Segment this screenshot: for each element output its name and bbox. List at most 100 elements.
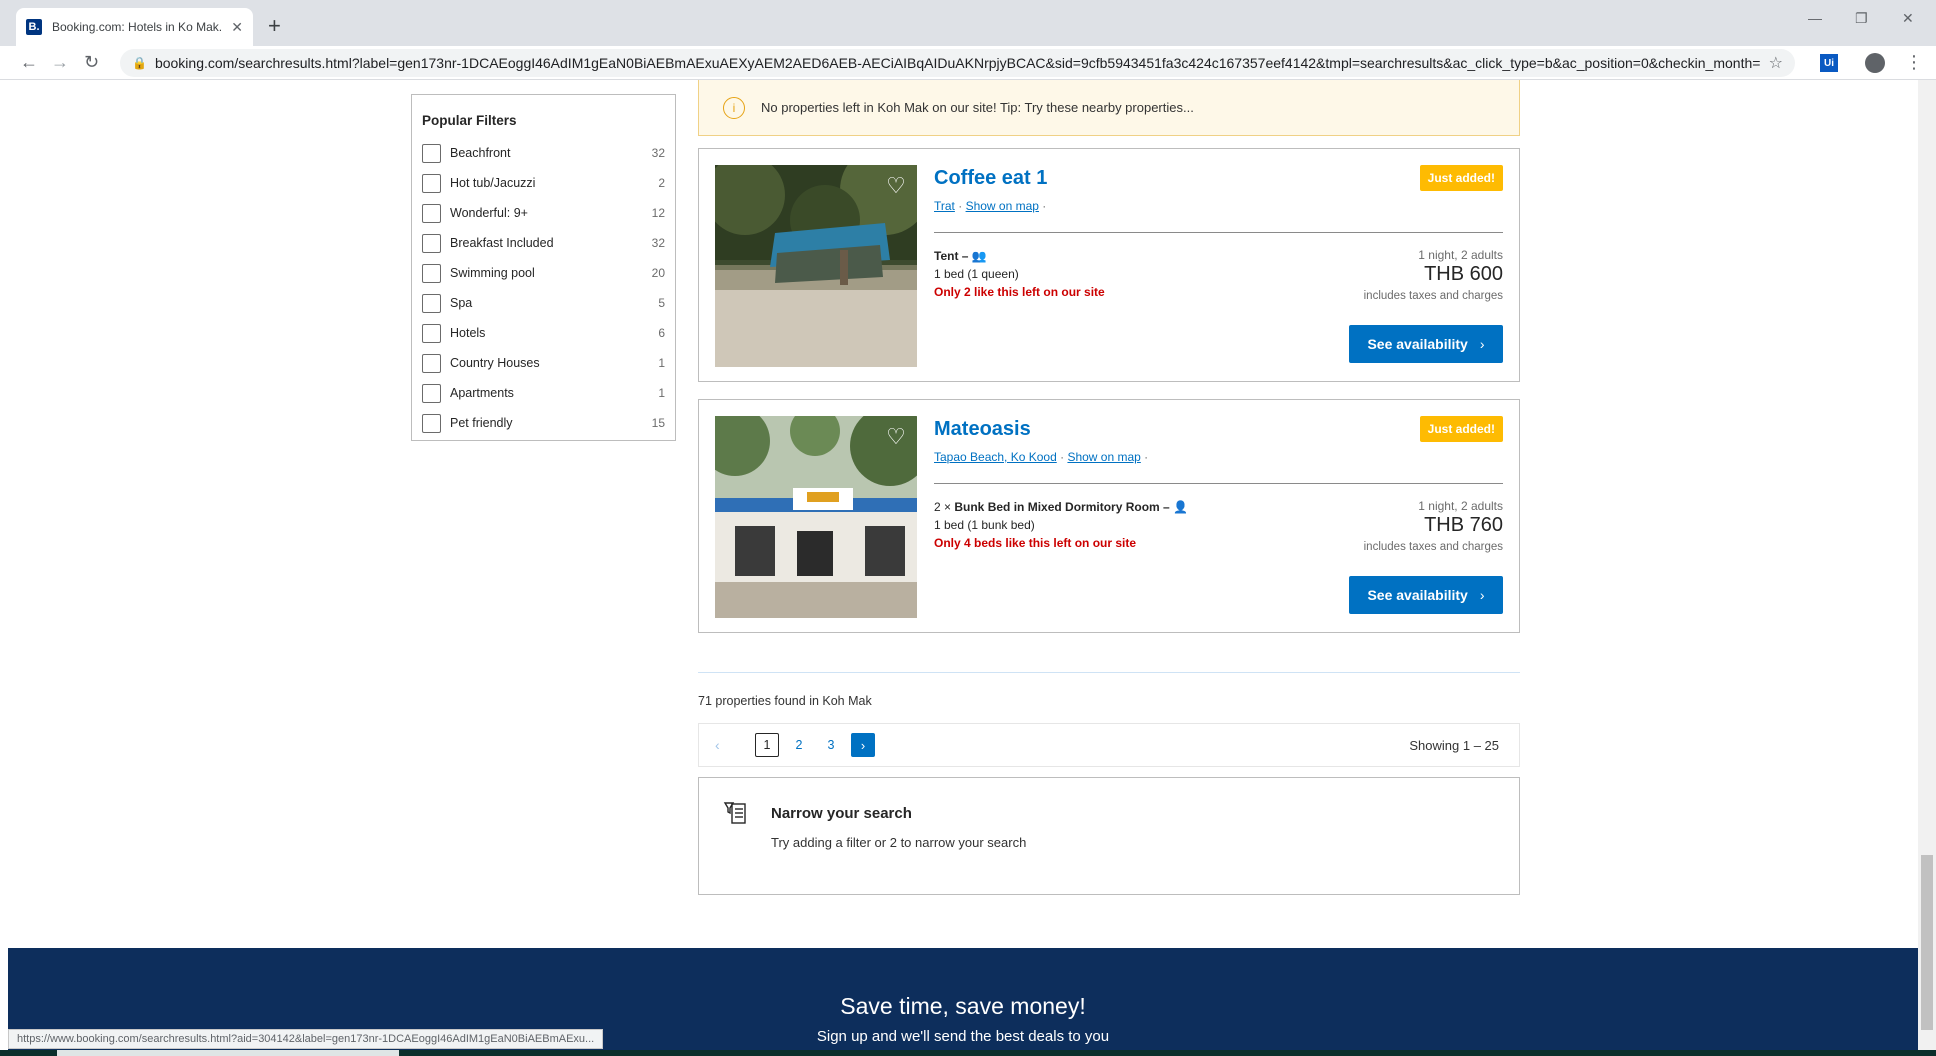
browser-tab[interactable]: B. Booking.com: Hotels in Ko Mak. ✕	[16, 8, 253, 46]
show-on-map-link[interactable]: Show on map	[1067, 450, 1140, 464]
filter-breakfast[interactable]: Breakfast Included 32	[422, 228, 665, 258]
property-name[interactable]: Coffee eat 1	[934, 167, 1047, 190]
filter-count: 5	[658, 296, 665, 310]
page-viewport: Popular Filters Beachfront 32 Hot tub/Jac…	[8, 80, 1918, 1050]
show-on-map-link[interactable]: Show on map	[966, 199, 1039, 213]
filter-label: Beachfront	[450, 146, 511, 160]
checkbox[interactable]	[422, 263, 441, 283]
see-availability-button[interactable]: See availability ›	[1349, 325, 1503, 363]
scarcity-message: Only 4 beds like this left on our site	[934, 536, 1137, 550]
bed-info: 1 bed (1 bunk bed)	[934, 518, 1035, 532]
filter-label: Breakfast Included	[450, 236, 554, 250]
checkbox[interactable]	[422, 233, 441, 253]
filter-country-houses[interactable]: Country Houses 1	[422, 348, 665, 378]
checkbox[interactable]	[422, 353, 441, 373]
taxes-note: includes taxes and charges	[1363, 541, 1503, 553]
page-scrollbar[interactable]	[1918, 80, 1936, 1050]
card-divider	[934, 232, 1503, 233]
booking-favicon-icon: B.	[26, 19, 42, 35]
filter-label: Country Houses	[450, 356, 540, 370]
previous-page-icon[interactable]: ‹	[715, 737, 755, 753]
bed-info: 1 bed (1 queen)	[934, 267, 1019, 281]
tab-title: Booking.com: Hotels in Ko Mak.	[52, 20, 223, 34]
address-bar[interactable]: 🔒 booking.com/searchresults.html?label=g…	[120, 49, 1795, 77]
filter-count: 15	[651, 416, 665, 430]
filter-spa[interactable]: Spa 5	[422, 288, 665, 318]
narrow-search-box: Narrow your search Try adding a filter o…	[698, 777, 1520, 895]
property-photo[interactable]: ♡	[715, 416, 917, 618]
location-link[interactable]: Tapao Beach, Ko Kood	[934, 450, 1057, 464]
filter-label: Hotels	[450, 326, 486, 340]
one-guest-icon: 👤	[1173, 500, 1189, 514]
tab-bar: B. Booking.com: Hotels in Ko Mak. ✕ + — …	[0, 0, 1936, 46]
checkbox[interactable]	[422, 173, 441, 193]
filter-label: Pet friendly	[450, 416, 513, 430]
stay-info: 1 night, 2 adults	[1418, 499, 1503, 513]
checkbox[interactable]	[422, 143, 441, 163]
filter-list-icon	[723, 802, 746, 824]
just-added-badge: Just added!	[1419, 416, 1503, 442]
two-guests-icon: 👥	[971, 249, 987, 263]
filter-apartments[interactable]: Apartments 1	[422, 378, 665, 408]
next-page-icon[interactable]: ›	[851, 733, 875, 757]
stay-info: 1 night, 2 adults	[1418, 248, 1503, 262]
popular-filters-panel: Popular Filters Beachfront 32 Hot tub/Jac…	[411, 94, 676, 441]
menu-kebab-icon[interactable]: ⋮	[1905, 52, 1923, 73]
room-type: Tent – 👥	[934, 249, 987, 263]
price: THB 760	[1424, 514, 1503, 536]
page-3[interactable]: 3	[819, 733, 843, 757]
button-label: See availability	[1367, 587, 1468, 603]
property-photo[interactable]: ♡	[715, 165, 917, 367]
filter-pool[interactable]: Swimming pool 20	[422, 258, 665, 288]
filter-pet-friendly[interactable]: Pet friendly 15	[422, 408, 665, 438]
results-count: 71 properties found in Koh Mak	[698, 694, 872, 708]
profile-avatar-icon[interactable]	[1865, 53, 1885, 73]
location-link[interactable]: Trat	[934, 199, 955, 213]
close-tab-icon[interactable]: ✕	[231, 19, 243, 36]
new-tab-icon[interactable]: +	[268, 13, 281, 39]
button-label: See availability	[1367, 336, 1468, 352]
checkbox[interactable]	[422, 293, 441, 313]
filter-wonderful[interactable]: Wonderful: 9+ 12	[422, 198, 665, 228]
url-text: booking.com/searchresults.html?label=gen…	[154, 55, 1761, 71]
minimize-icon[interactable]: —	[1808, 10, 1822, 26]
os-taskbar	[0, 1050, 1936, 1056]
checkbox[interactable]	[422, 323, 441, 343]
room-name: Bunk Bed in Mixed Dormitory Room	[954, 500, 1160, 514]
bookmark-star-icon[interactable]: ☆	[1769, 53, 1783, 73]
filter-count: 32	[651, 146, 665, 160]
property-card: ♡ Coffee eat 1 Trat · Show on map · Just…	[698, 148, 1520, 382]
page-1[interactable]: 1	[755, 733, 779, 757]
property-name[interactable]: Mateoasis	[934, 418, 1031, 441]
pagination: ‹ 1 2 3 › Showing 1 – 25	[698, 723, 1520, 767]
back-icon[interactable]: ←	[20, 52, 38, 73]
scarcity-message: Only 2 like this left on our site	[934, 285, 1105, 299]
filter-hotels[interactable]: Hotels 6	[422, 318, 665, 348]
reload-icon[interactable]: ↻	[84, 52, 99, 73]
checkbox[interactable]	[422, 203, 441, 223]
checkbox[interactable]	[422, 383, 441, 403]
page-2[interactable]: 2	[787, 733, 811, 757]
taskbar-search[interactable]	[57, 1050, 399, 1056]
narrow-subtitle: Try adding a filter or 2 to narrow your …	[771, 835, 1027, 850]
favorite-heart-icon[interactable]: ♡	[883, 173, 909, 199]
filter-label: Spa	[450, 296, 473, 310]
favorite-heart-icon[interactable]: ♡	[883, 424, 909, 450]
uipath-extension-icon[interactable]: Ui	[1820, 54, 1838, 72]
see-availability-button[interactable]: See availability ›	[1349, 576, 1503, 614]
checkbox[interactable]	[422, 413, 441, 433]
room-type: 2 × Bunk Bed in Mixed Dormitory Room – 👤	[934, 500, 1189, 514]
property-location: Tapao Beach, Ko Kood · Show on map ·	[934, 450, 1149, 464]
close-window-icon[interactable]: ✕	[1902, 10, 1914, 27]
restore-icon[interactable]: ❐	[1855, 10, 1868, 27]
results-separator	[698, 672, 1520, 673]
chevron-right-icon: ›	[1479, 587, 1485, 603]
room-name: Tent	[934, 249, 959, 263]
filter-hot-tub[interactable]: Hot tub/Jacuzzi 2	[422, 168, 665, 198]
forward-icon[interactable]: →	[51, 52, 69, 73]
scrollbar-thumb[interactable]	[1921, 855, 1933, 1030]
filter-count: 20	[651, 266, 665, 280]
filter-count: 6	[658, 326, 665, 340]
filter-beachfront[interactable]: Beachfront 32	[422, 138, 665, 168]
filter-count: 32	[651, 236, 665, 250]
